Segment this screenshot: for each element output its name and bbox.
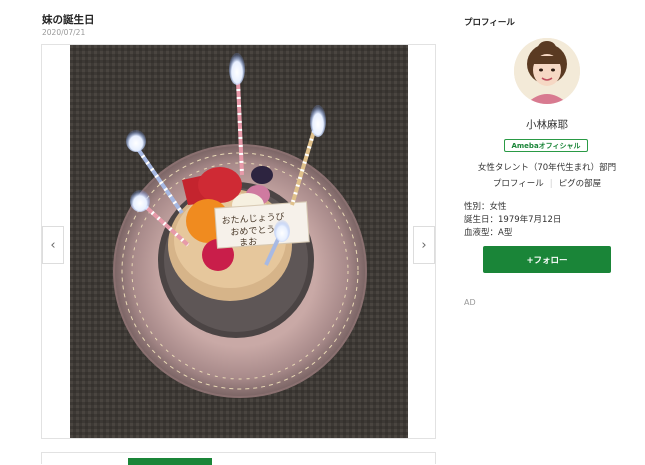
ad-label: AD (464, 298, 476, 307)
gallery-next-button[interactable]: › (413, 226, 435, 264)
profile-name[interactable]: 小林麻耶 (464, 117, 630, 132)
follow-button[interactable]: +フォロー (483, 246, 611, 273)
chevron-right-icon: › (421, 237, 427, 253)
profile-links: プロフィール | ピグの部屋 (464, 177, 630, 189)
post-title: 妹の誕生日 (42, 14, 95, 26)
pigg-room-link[interactable]: ピグの部屋 (559, 179, 602, 189)
action-button[interactable] (128, 458, 212, 465)
profile-category[interactable]: 女性タレント（70年代生まれ）部門 (464, 161, 630, 173)
profile-gender: 性別：女性 (464, 202, 507, 212)
avatar[interactable] (514, 38, 580, 104)
image-gallery: ‹ おたんじょうび おめでとう まお › (41, 44, 436, 439)
post-date: 2020/07/21 (42, 28, 86, 37)
link-divider: | (549, 179, 553, 189)
profile-blood-type: 血液型：A型 (464, 228, 513, 238)
chevron-left-icon: ‹ (50, 237, 56, 253)
profile-birthday: 誕生日：1979年7月12日 (464, 215, 562, 225)
profile-link[interactable]: プロフィール (493, 179, 544, 189)
gallery-prev-button[interactable]: ‹ (42, 226, 64, 264)
official-badge: Amebaオフィシャル (504, 139, 588, 152)
sidebar-heading: プロフィール (464, 18, 515, 28)
birthday-cake-photo[interactable]: おたんじょうび おめでとう まお (70, 45, 408, 438)
post-action-bar (41, 452, 436, 465)
plate-message-line-3: まお (239, 236, 258, 248)
